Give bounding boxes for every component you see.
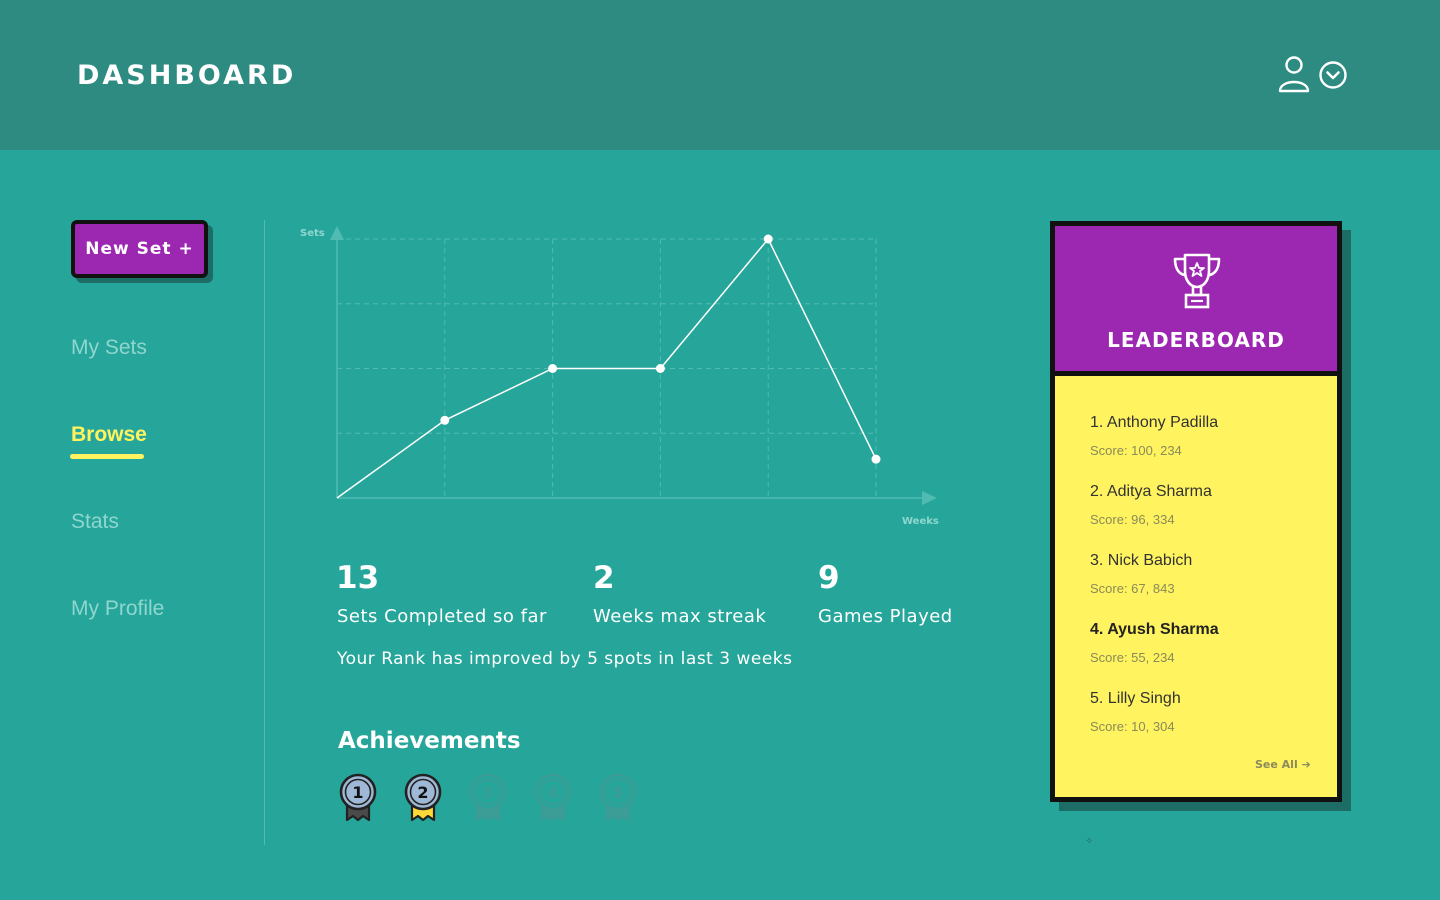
leaderboard-entry-score: Score: 10, 304 — [1090, 719, 1175, 734]
leaderboard-entry-score: Score: 67, 843 — [1090, 581, 1175, 596]
user-icon[interactable] — [1278, 55, 1310, 93]
data-point[interactable] — [655, 364, 665, 373]
achievements-title: Achievements — [338, 728, 521, 754]
leaderboard-entry-score: Score: 100, 234 — [1090, 443, 1182, 458]
leaderboard-entry-score: Score: 96, 334 — [1090, 512, 1175, 527]
achievement-medal-2[interactable]: 2 — [403, 772, 443, 824]
header: DASHBOARD — [0, 0, 1440, 150]
page-title: DASHBOARD — [77, 60, 297, 91]
achievement-medal-5[interactable]: 5 — [598, 772, 638, 824]
x-axis-arrow — [922, 491, 937, 505]
medal-icon: 2 — [404, 773, 442, 822]
leaderboard-entry-score: Score: 55, 234 — [1090, 650, 1175, 665]
leaderboard-entry-name[interactable]: 3. Nick Babich — [1090, 552, 1192, 570]
svg-text:3: 3 — [482, 783, 493, 802]
data-point[interactable] — [548, 364, 558, 373]
sidebar-item-stats[interactable]: Stats — [71, 510, 119, 534]
medal-icon: 4 — [534, 773, 572, 822]
games-played-label: Games Played — [818, 606, 953, 627]
x-axis-label: Weeks — [902, 516, 939, 527]
leaderboard-entry-name[interactable]: 2. Aditya Sharma — [1090, 483, 1212, 501]
svg-text:1: 1 — [352, 783, 363, 802]
data-point[interactable] — [440, 415, 450, 425]
svg-text:5: 5 — [612, 783, 623, 802]
games-played-value: 9 — [818, 560, 840, 596]
leaderboard-entry-name-current-user[interactable]: 4. Ayush Sharma — [1090, 621, 1219, 639]
leaderboard-header: LEADERBOARD — [1055, 226, 1337, 376]
svg-text:4: 4 — [547, 783, 558, 802]
sidebar-item-my-profile[interactable]: My Profile — [71, 597, 164, 621]
new-set-button[interactable]: New Set + — [71, 220, 208, 278]
svg-text:2: 2 — [417, 783, 428, 802]
series-line — [336, 237, 877, 499]
rank-improvement-text: Your Rank has improved by 5 spots in las… — [337, 649, 793, 669]
see-all-link[interactable]: See All ➔ — [1255, 758, 1311, 771]
sidebar-item-browse[interactable]: Browse — [71, 423, 147, 447]
max-streak-label: Weeks max streak — [593, 606, 767, 627]
max-streak-value: 2 — [593, 560, 615, 596]
achievement-medal-4[interactable]: 4 — [533, 772, 573, 824]
achievement-medal-3[interactable]: 3 — [468, 772, 508, 824]
trophy-icon — [1173, 253, 1221, 309]
leaderboard-entry-name[interactable]: 5. Lilly Singh — [1090, 690, 1181, 708]
leaderboard-title: LEADERBOARD — [1107, 328, 1285, 352]
decorative-sparkle-icon: ✧ — [1085, 836, 1094, 847]
medal-icon: 5 — [599, 773, 637, 822]
achievement-medal-1[interactable]: 1 — [338, 772, 378, 824]
medal-icon: 3 — [469, 773, 507, 822]
y-axis-label: Sets — [300, 228, 325, 239]
sets-per-week-chart: Sets Weeks — [300, 226, 939, 527]
leaderboard-card: LEADERBOARD 1. Anthony Padilla Score: 10… — [1050, 221, 1342, 802]
sidebar-divider — [264, 220, 265, 845]
sets-completed-label: Sets Completed so far — [337, 606, 547, 627]
data-point[interactable] — [763, 234, 773, 244]
y-axis-arrow — [330, 226, 344, 240]
data-point[interactable] — [871, 454, 881, 464]
leaderboard-entry-name[interactable]: 1. Anthony Padilla — [1090, 414, 1218, 432]
sidebar-item-my-sets[interactable]: My Sets — [71, 336, 147, 360]
chevron-down-circle-icon[interactable] — [1318, 60, 1348, 90]
medal-icon: 1 — [339, 773, 377, 822]
active-nav-indicator — [70, 454, 144, 459]
sets-completed-value: 13 — [336, 560, 380, 596]
